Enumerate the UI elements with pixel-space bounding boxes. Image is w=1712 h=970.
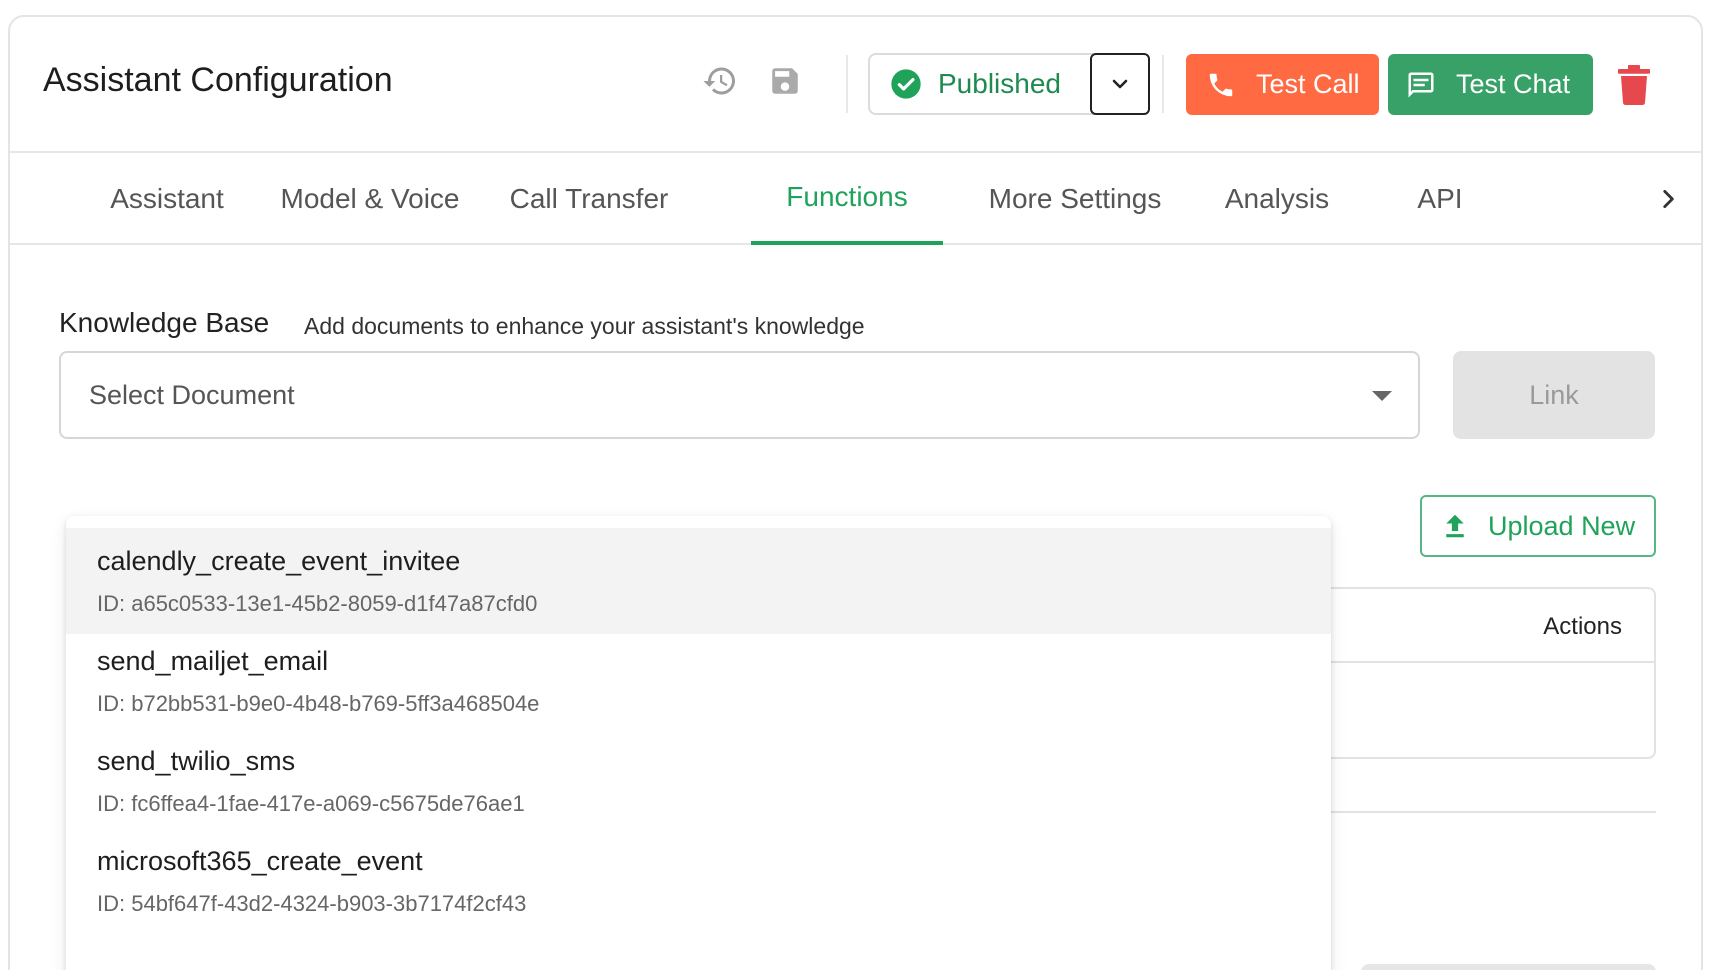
header-divider bbox=[846, 55, 848, 113]
documents-table: Actions bbox=[1290, 587, 1656, 759]
tab-call-transfer[interactable]: Call Transfer bbox=[499, 153, 679, 245]
option-name: microsoft365_create_event bbox=[97, 846, 423, 876]
test-chat-button[interactable]: Test Chat bbox=[1388, 54, 1593, 115]
select-document-dropdown[interactable]: Select Document bbox=[59, 351, 1420, 439]
tab-functions[interactable]: Functions bbox=[751, 153, 943, 245]
tab-bar: Assistant Model & Voice Call Transfer Fu… bbox=[10, 153, 1701, 245]
knowledge-base-title: Knowledge Base bbox=[59, 307, 270, 338]
delete-button[interactable] bbox=[1614, 61, 1654, 109]
select-document-placeholder: Select Document bbox=[89, 379, 295, 410]
option-name: send_twilio_sms bbox=[97, 746, 296, 776]
check-circle-icon bbox=[891, 69, 921, 99]
option-id: ID: a65c0533-13e1-45b2-8059-d1f47a87cfd0 bbox=[97, 591, 538, 616]
trash-icon bbox=[1618, 65, 1650, 105]
knowledge-base-subtitle: Add documents to enhance your assistant'… bbox=[304, 313, 865, 339]
tab-model-voice[interactable]: Model & Voice bbox=[265, 153, 475, 245]
phone-icon bbox=[1209, 73, 1233, 96]
chevron-right-icon[interactable] bbox=[1650, 181, 1686, 217]
publish-status-control: Published bbox=[868, 53, 1150, 115]
dropdown-option[interactable]: send_twilio_sms ID: fc6ffea4-1fae-417e-a… bbox=[66, 728, 1331, 834]
chat-icon bbox=[1408, 72, 1434, 97]
option-name: calendly_create_event_invitee bbox=[97, 546, 461, 576]
save-icon[interactable] bbox=[765, 61, 805, 101]
test-chat-label: Test Chat bbox=[1456, 69, 1571, 99]
tab-more-settings[interactable]: More Settings bbox=[970, 153, 1180, 245]
page-title: Assistant Configuration bbox=[43, 61, 393, 99]
header-divider bbox=[1162, 55, 1164, 113]
caret-down-icon bbox=[1372, 391, 1392, 401]
option-id: ID: fc6ffea4-1fae-417e-a069-c5675de76ae1 bbox=[97, 791, 525, 816]
table-header: Actions bbox=[1292, 589, 1654, 663]
document-dropdown-menu: calendly_create_event_invitee ID: a65c05… bbox=[66, 516, 1331, 970]
option-name: send_mailjet_email bbox=[97, 646, 329, 676]
test-call-button[interactable]: Test Call bbox=[1186, 54, 1379, 115]
upload-icon bbox=[1446, 514, 1464, 538]
dropdown-option[interactable]: send_mailjet_email ID: b72bb531-b9e0-4b4… bbox=[66, 628, 1331, 734]
chevron-down-icon bbox=[1112, 79, 1128, 89]
publish-dropdown-toggle[interactable] bbox=[1090, 53, 1150, 115]
assistant-config-card: Assistant Configuration Published Test C… bbox=[8, 15, 1703, 970]
test-call-label: Test Call bbox=[1256, 69, 1360, 99]
header-bar: Assistant Configuration Published Test C… bbox=[10, 17, 1701, 153]
history-icon[interactable] bbox=[700, 61, 740, 101]
upload-new-button[interactable]: Upload New bbox=[1420, 495, 1656, 557]
upload-new-label: Upload New bbox=[1488, 510, 1636, 541]
publish-status-label: Published bbox=[938, 68, 1061, 99]
tab-assistant[interactable]: Assistant bbox=[87, 153, 247, 245]
link-button[interactable]: Link bbox=[1453, 351, 1655, 439]
disabled-action-button[interactable] bbox=[1361, 964, 1656, 970]
tab-api[interactable]: API bbox=[1390, 153, 1490, 245]
dropdown-option[interactable]: calendly_create_event_invitee ID: a65c05… bbox=[66, 528, 1331, 634]
actions-column-header: Actions bbox=[1543, 613, 1622, 640]
option-id: ID: 54bf647f-43d2-4324-b903-3b7174f2cf43 bbox=[97, 891, 527, 916]
option-id: ID: b72bb531-b9e0-4b48-b769-5ff3a468504e bbox=[97, 691, 540, 716]
publish-status-button[interactable]: Published bbox=[870, 55, 1090, 113]
dropdown-option[interactable]: microsoft365_create_event ID: 54bf647f-4… bbox=[66, 828, 1331, 934]
section-divider bbox=[1290, 811, 1656, 813]
tab-analysis[interactable]: Analysis bbox=[1202, 153, 1352, 245]
